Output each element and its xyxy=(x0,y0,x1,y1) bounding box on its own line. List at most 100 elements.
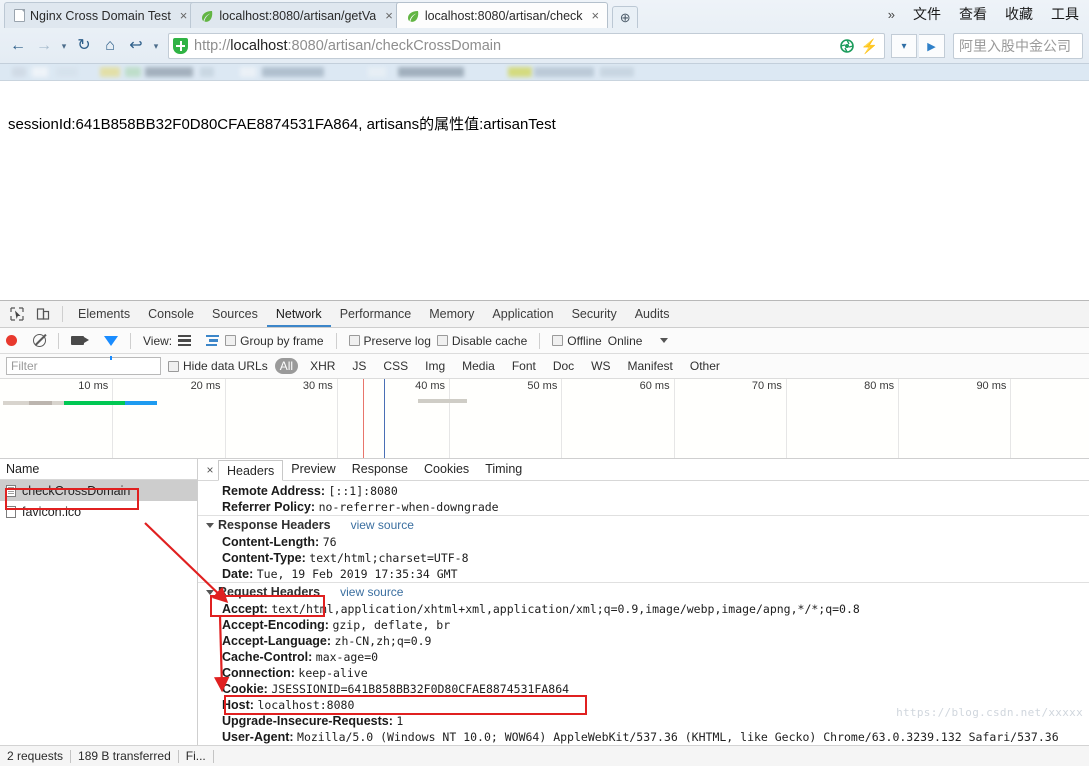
forward-icon[interactable]: → xyxy=(32,33,56,59)
undo-history-chevron-icon[interactable]: ▾ xyxy=(150,41,162,52)
view-label: View: xyxy=(143,334,172,348)
search-input[interactable]: 阿里入股中金公司 xyxy=(953,33,1083,59)
tab-application[interactable]: Application xyxy=(483,301,562,327)
close-icon[interactable]: × xyxy=(180,9,188,22)
view-source-link[interactable]: view source xyxy=(340,583,403,601)
filter-funnel-icon[interactable] xyxy=(104,336,118,346)
browser-menu-bar: » 文件 查看 收藏 工具 xyxy=(888,0,1089,28)
detail-tab-cookies[interactable]: Cookies xyxy=(416,459,477,480)
close-icon[interactable]: × xyxy=(592,9,600,22)
disable-cache-checkbox[interactable]: Disable cache xyxy=(437,334,527,348)
chevron-down-icon[interactable] xyxy=(660,338,668,343)
group-by-frame-checkbox[interactable]: Group by frame xyxy=(225,334,323,348)
list-view-icon[interactable] xyxy=(178,335,191,346)
tab-network[interactable]: Network xyxy=(267,301,331,327)
clear-button[interactable] xyxy=(33,334,46,347)
security-shield-icon xyxy=(173,38,188,54)
timeline-tick-label: 70 ms xyxy=(752,380,786,392)
camera-icon[interactable] xyxy=(71,336,84,345)
filter-type-manifest[interactable]: Manifest xyxy=(623,358,678,374)
detail-tab-timing[interactable]: Timing xyxy=(477,459,530,480)
tab-console[interactable]: Console xyxy=(139,301,203,327)
new-tab-button[interactable]: ⊕ xyxy=(612,6,638,28)
chevron-down-icon xyxy=(206,523,214,528)
overflow-chevron-icon[interactable]: » xyxy=(888,7,895,22)
network-toolbar: View: Group by frame Preserve log Disabl… xyxy=(0,328,1089,354)
reload-icon[interactable]: ↻ xyxy=(72,33,96,59)
browser-tab-3[interactable]: localhost:8080/artisan/check × xyxy=(396,2,608,28)
request-headers-section-title[interactable]: Request Headers view source xyxy=(198,582,1089,601)
filter-type-js[interactable]: JS xyxy=(347,358,371,374)
filter-type-css[interactable]: CSS xyxy=(378,358,413,374)
preserve-log-checkbox[interactable]: Preserve log xyxy=(349,334,431,348)
forward-history-chevron-icon[interactable]: ▾ xyxy=(58,41,70,52)
filter-type-img[interactable]: Img xyxy=(420,358,450,374)
filter-type-all[interactable]: All xyxy=(275,358,298,374)
section-label: Response Headers xyxy=(218,516,331,534)
tab-security[interactable]: Security xyxy=(563,301,626,327)
throttling-select[interactable]: Online xyxy=(608,334,643,348)
header-key: User-Agent: xyxy=(222,730,294,744)
undo-icon[interactable]: ↩ xyxy=(124,33,148,59)
request-detail-pane: × Headers Preview Response Cookies Timin… xyxy=(198,459,1089,745)
detail-tab-bar: × Headers Preview Response Cookies Timin… xyxy=(198,459,1089,481)
address-bar[interactable]: http://localhost:8080/artisan/checkCross… xyxy=(168,33,885,59)
record-button[interactable] xyxy=(6,335,17,346)
toggle-device-toolbar-icon[interactable] xyxy=(30,302,56,326)
network-overview-timeline[interactable]: 10 ms20 ms30 ms40 ms50 ms60 ms70 ms80 ms… xyxy=(0,379,1089,459)
timeline-tick-label: 20 ms xyxy=(191,380,225,392)
header-cookie: Cookie: JSESSIONID=641B858BB32F0D80CFAE8… xyxy=(198,681,1089,697)
timeline-bar-segment xyxy=(64,401,125,405)
address-dropdown-button[interactable]: ▾ xyxy=(891,34,917,58)
hide-data-urls-checkbox[interactable]: Hide data URLs xyxy=(168,359,268,373)
document-icon xyxy=(14,9,25,22)
close-icon[interactable]: × xyxy=(385,9,393,22)
response-headers-section-title[interactable]: Response Headers view source xyxy=(198,515,1089,534)
offline-label: Offline xyxy=(567,334,601,348)
view-source-link[interactable]: view source xyxy=(351,516,414,534)
tab-memory[interactable]: Memory xyxy=(420,301,483,327)
go-button[interactable]: ▶ xyxy=(919,34,945,58)
header-connection: Connection: keep-alive xyxy=(198,665,1089,681)
menu-item-tools[interactable]: 工具 xyxy=(1051,4,1079,24)
filter-type-xhr[interactable]: XHR xyxy=(305,358,340,374)
bolt-extension-icon[interactable]: ⚡ xyxy=(861,39,878,53)
filter-type-other[interactable]: Other xyxy=(685,358,725,374)
bookmarks-bar xyxy=(0,64,1089,80)
filter-type-media[interactable]: Media xyxy=(457,358,500,374)
browser-tab-2[interactable]: localhost:8080/artisan/getVa × xyxy=(190,2,401,28)
detail-tab-response[interactable]: Response xyxy=(344,459,416,480)
filter-type-doc[interactable]: Doc xyxy=(548,358,579,374)
close-icon[interactable]: × xyxy=(202,463,218,477)
inspect-element-icon[interactable] xyxy=(4,302,30,326)
offline-checkbox[interactable]: Offline xyxy=(552,334,601,348)
home-icon[interactable]: ⌂ xyxy=(98,33,122,59)
tab-performance[interactable]: Performance xyxy=(331,301,421,327)
filter-type-ws[interactable]: WS xyxy=(586,358,615,374)
blurred-bookmark xyxy=(262,67,324,77)
detail-tab-headers[interactable]: Headers xyxy=(218,460,283,481)
tab-sources[interactable]: Sources xyxy=(203,301,267,327)
status-requests: 2 requests xyxy=(0,749,70,763)
checkbox-box xyxy=(225,335,236,346)
status-transferred: 189 B transferred xyxy=(71,749,178,763)
header-value: Tue, 19 Feb 2019 17:35:34 GMT xyxy=(257,567,458,581)
header-key: Accept: xyxy=(222,602,268,616)
header-value: 1 xyxy=(396,714,403,728)
table-row[interactable]: checkCrossDomain xyxy=(0,480,197,501)
detail-tab-preview[interactable]: Preview xyxy=(283,459,343,480)
filter-type-font[interactable]: Font xyxy=(507,358,541,374)
waterfall-view-icon[interactable] xyxy=(206,335,219,347)
header-date: Date: Tue, 19 Feb 2019 17:35:34 GMT xyxy=(198,566,1089,582)
browser-tab-1[interactable]: Nginx Cross Domain Test × xyxy=(4,2,196,28)
flower-extension-icon[interactable] xyxy=(840,39,854,53)
omnibox-extensions: ⚡ xyxy=(840,39,880,53)
menu-item-view[interactable]: 查看 xyxy=(959,4,987,24)
table-row[interactable]: favicon.ico xyxy=(0,501,197,522)
menu-item-file[interactable]: 文件 xyxy=(913,4,941,24)
tab-elements[interactable]: Elements xyxy=(69,301,139,327)
filter-input[interactable]: Filter xyxy=(6,357,161,375)
back-icon[interactable]: ← xyxy=(6,33,30,59)
menu-item-favorites[interactable]: 收藏 xyxy=(1005,4,1033,24)
tab-audits[interactable]: Audits xyxy=(626,301,679,327)
